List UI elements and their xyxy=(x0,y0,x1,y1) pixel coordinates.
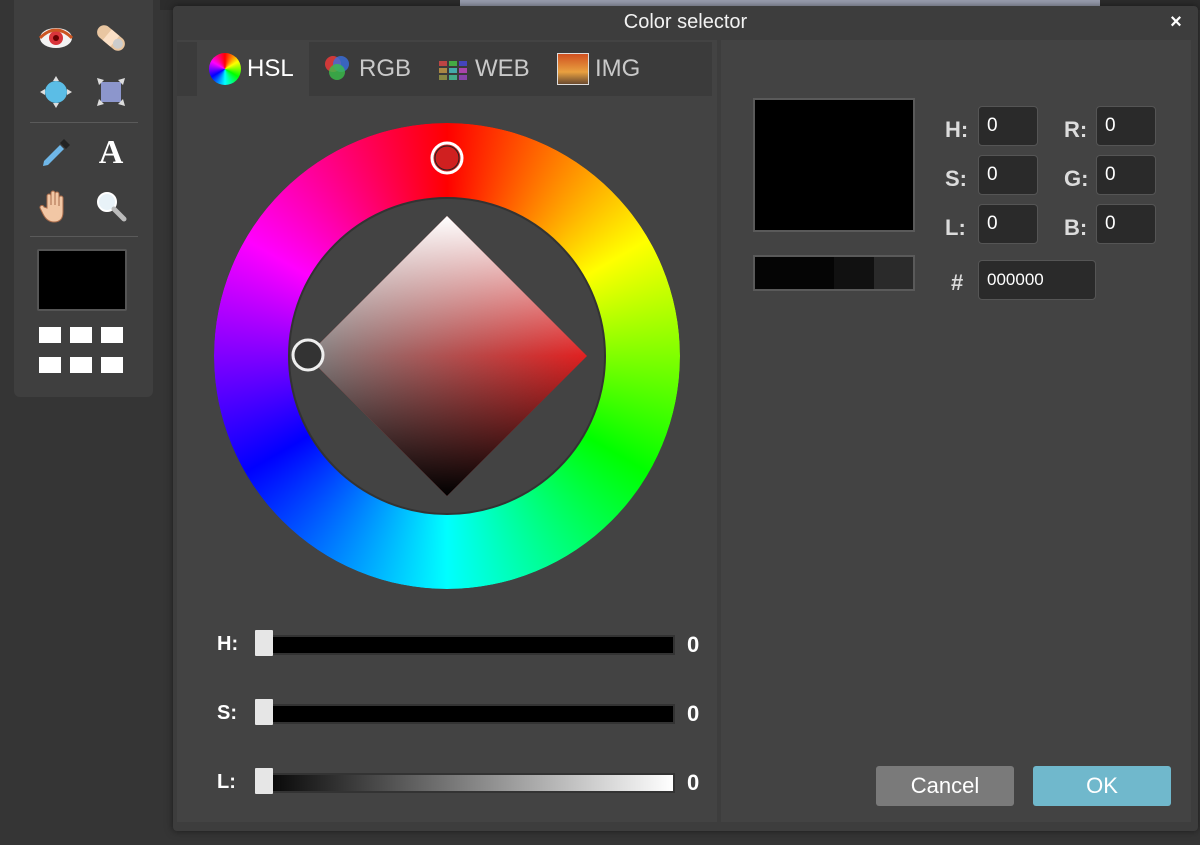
slider-label: L: xyxy=(217,771,236,793)
rgb-circles-icon xyxy=(321,53,353,85)
tab-img[interactable]: IMG xyxy=(553,42,663,96)
blur-icon[interactable] xyxy=(36,72,76,112)
sponge-icon[interactable] xyxy=(91,72,131,112)
tab-bar: HSL RGB WEB IMG xyxy=(177,42,712,96)
s-slider-thumb[interactable] xyxy=(255,699,273,725)
zoom-icon[interactable] xyxy=(91,186,131,226)
tab-label: HSL xyxy=(247,55,294,82)
sl-handle[interactable] xyxy=(291,338,325,372)
recent-color-swatch[interactable] xyxy=(755,257,834,289)
h-field-label: H: xyxy=(945,117,969,142)
h-slider-thumb[interactable] xyxy=(255,630,273,656)
s-field[interactable] xyxy=(978,155,1038,195)
tab-label: IMG xyxy=(595,55,641,82)
b-field[interactable] xyxy=(1096,204,1156,244)
l-slider: L: 0 xyxy=(217,768,699,798)
g-field[interactable] xyxy=(1096,155,1156,195)
swatch-slot[interactable] xyxy=(39,357,61,373)
recent-color-swatch[interactable] xyxy=(834,257,874,289)
recent-colors xyxy=(753,255,915,291)
slider-value: 0 xyxy=(687,701,700,726)
cancel-button[interactable]: Cancel xyxy=(876,766,1014,806)
tab-hsl[interactable]: HSL xyxy=(197,42,309,96)
slider-label: H: xyxy=(217,633,239,655)
hue-handle[interactable] xyxy=(430,141,464,175)
bandage-icon[interactable] xyxy=(91,18,131,58)
h-slider: H: 0 xyxy=(217,630,699,660)
hand-icon[interactable] xyxy=(36,186,76,226)
tab-label: WEB xyxy=(475,55,530,82)
h-field[interactable] xyxy=(978,106,1038,146)
eyedropper-icon[interactable] xyxy=(36,133,76,173)
tab-web[interactable]: WEB xyxy=(433,42,543,96)
s-field-label: S: xyxy=(945,166,967,191)
l-field-label: L: xyxy=(945,215,966,240)
ok-button[interactable]: OK xyxy=(1033,766,1171,806)
swatch-slot[interactable] xyxy=(70,357,92,373)
recent-color-swatch[interactable] xyxy=(873,257,913,289)
separator xyxy=(30,122,138,123)
image-icon xyxy=(557,53,589,85)
swatch-slot[interactable] xyxy=(101,357,123,373)
s-slider: S: 0 xyxy=(217,699,699,729)
text-icon[interactable]: A xyxy=(91,133,131,173)
l-field[interactable] xyxy=(978,204,1038,244)
l-slider-track[interactable] xyxy=(255,773,675,793)
s-slider-track[interactable] xyxy=(255,704,675,724)
hsl-color-wheel[interactable] xyxy=(214,123,680,589)
h-slider-track[interactable] xyxy=(255,635,675,655)
hsl-wheel-icon xyxy=(209,53,241,85)
separator xyxy=(30,236,138,237)
hex-field-label: # xyxy=(951,270,964,295)
tab-label: RGB xyxy=(359,55,412,82)
slider-label: S: xyxy=(217,702,237,724)
primary-color-swatch[interactable] xyxy=(37,249,127,311)
swatch-slot[interactable] xyxy=(70,327,92,343)
tab-rgb[interactable]: RGB xyxy=(317,42,427,96)
close-icon[interactable]: × xyxy=(1164,10,1188,34)
b-field-label: B: xyxy=(1064,215,1088,240)
swatch-slot[interactable] xyxy=(101,327,123,343)
slider-value: 0 xyxy=(687,632,700,657)
web-grid-icon xyxy=(437,53,469,85)
values-pane: H: R: S: G: L: B: # xyxy=(721,40,1191,822)
swatch-slot[interactable] xyxy=(39,327,61,343)
tool-palette: A xyxy=(14,0,153,397)
red-eye-icon[interactable] xyxy=(36,18,76,58)
slider-value: 0 xyxy=(687,770,700,795)
hex-field[interactable] xyxy=(978,260,1096,300)
color-selector-dialog: Color selector × HSL RGB WEB IMG H: 0 S:… xyxy=(173,6,1198,831)
dialog-title: Color selector xyxy=(623,11,748,33)
color-preview xyxy=(753,98,915,232)
l-slider-thumb[interactable] xyxy=(255,768,273,794)
g-field-label: G: xyxy=(1064,166,1089,191)
hsl-pane: HSL RGB WEB IMG H: 0 S: 0 L: 0 xyxy=(177,40,717,822)
r-field[interactable] xyxy=(1096,106,1156,146)
r-field-label: R: xyxy=(1064,117,1088,142)
